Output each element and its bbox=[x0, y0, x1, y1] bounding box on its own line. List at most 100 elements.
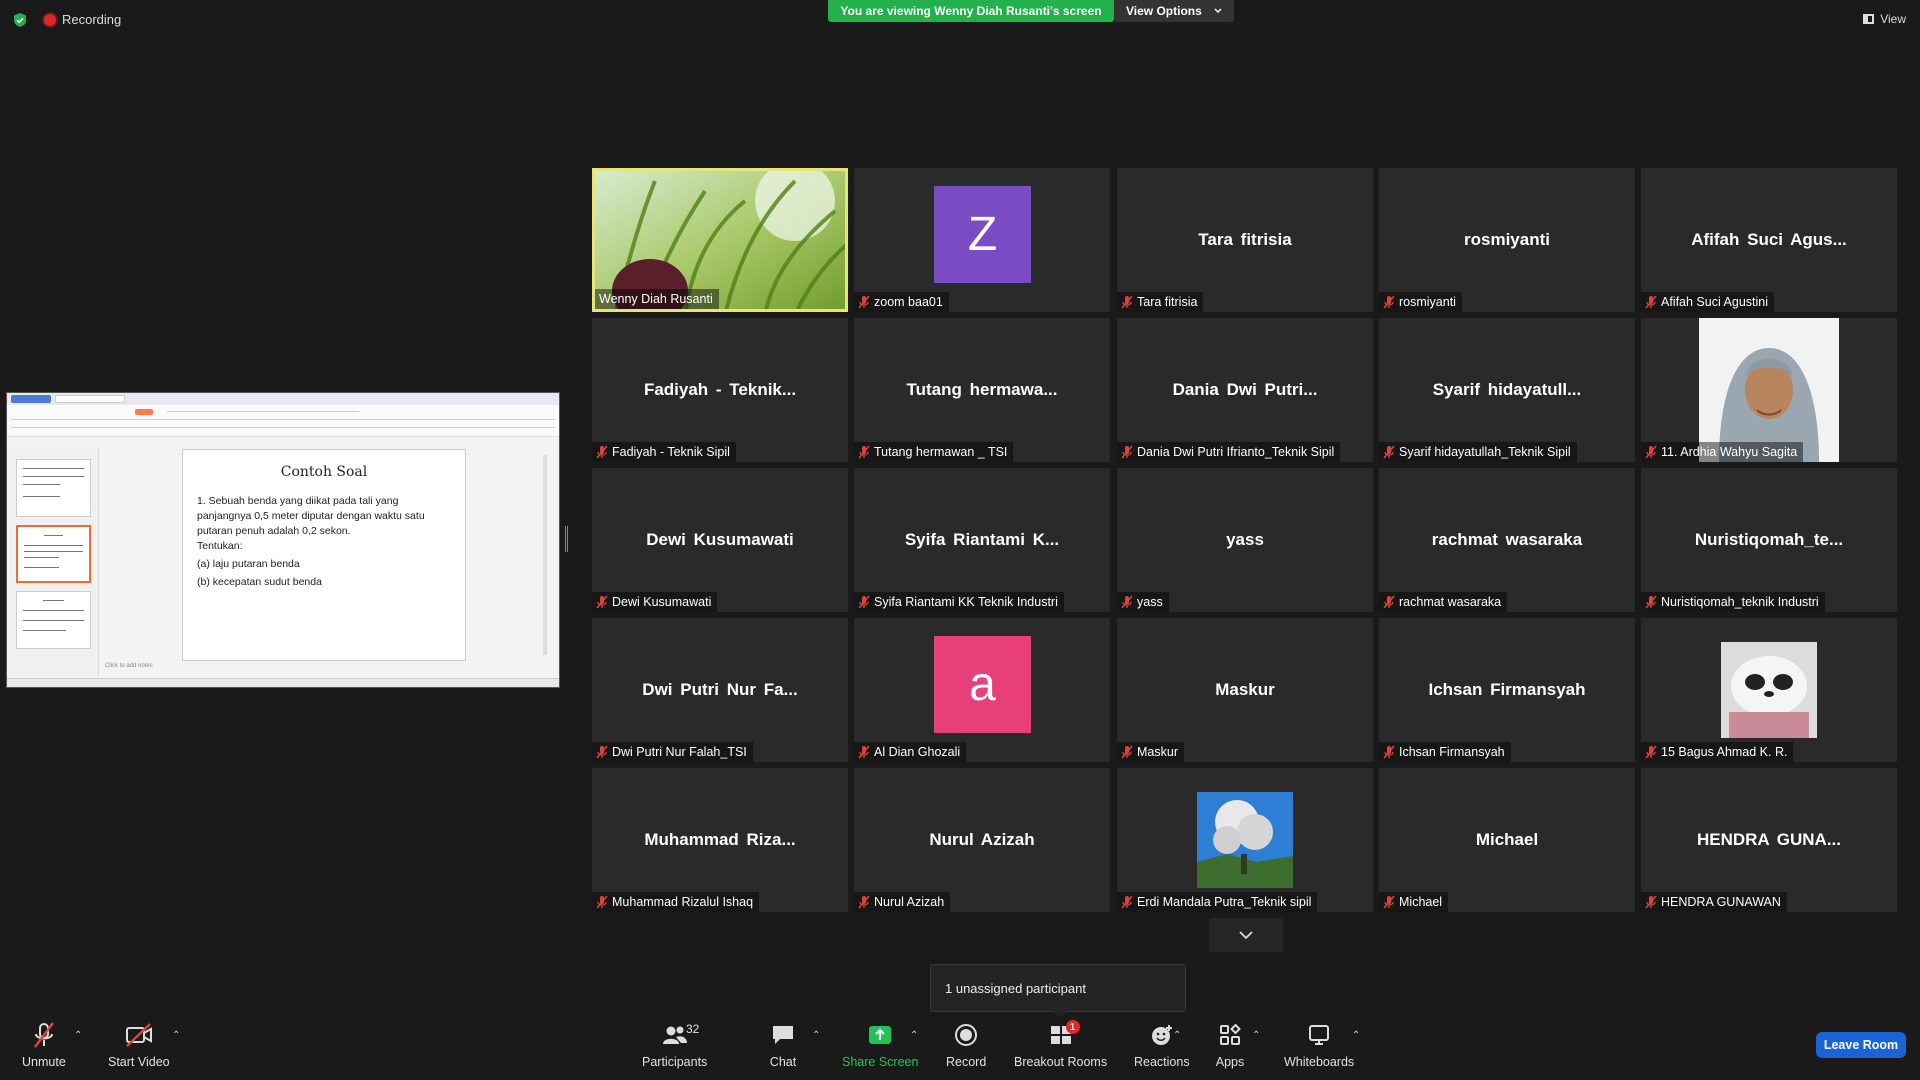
breakout-rooms-button[interactable]: 1 Breakout Rooms bbox=[1014, 1020, 1107, 1069]
thumb-line bbox=[23, 630, 66, 631]
view-options-button[interactable]: View Options bbox=[1114, 0, 1234, 22]
slide-notes-hint: Click to add notes bbox=[105, 663, 153, 669]
participant-tile[interactable]: Tara fitrisia Tara fitrisia bbox=[1117, 168, 1373, 312]
participant-name: Maskur bbox=[1137, 745, 1178, 759]
participant-avatar: Z bbox=[934, 186, 1031, 283]
participant-tile[interactable]: a Al Dian Ghozali bbox=[854, 618, 1110, 762]
muted-microphone-icon bbox=[858, 295, 870, 309]
participant-tile[interactable]: 11. Ardhia Wahyu Sagita bbox=[1641, 318, 1897, 462]
participant-name-label: Michael bbox=[1379, 892, 1449, 912]
muted-microphone-icon bbox=[1121, 295, 1133, 309]
thumb-line bbox=[24, 557, 59, 558]
participant-name-label: Dania Dwi Putri Ifrianto_Teknik Sipil bbox=[1117, 442, 1341, 462]
reactions-label: Reactions bbox=[1134, 1055, 1190, 1069]
muted-microphone-icon bbox=[1383, 895, 1395, 909]
chat-button[interactable]: Chat bbox=[767, 1020, 799, 1069]
security-shield-icon[interactable] bbox=[12, 12, 28, 28]
participant-name-label: Dwi Putri Nur Falah_TSI bbox=[592, 742, 753, 762]
participant-tile[interactable]: Zzoom baa01 bbox=[854, 168, 1110, 312]
reactions-button[interactable]: Reactions bbox=[1134, 1020, 1190, 1069]
participant-name-label: Dewi Kusumawati bbox=[592, 592, 718, 612]
start-video-button[interactable]: Start Video bbox=[108, 1020, 170, 1069]
participant-tile[interactable]: Dania Dwi Putri... Dania Dwi Putri Ifrian… bbox=[1117, 318, 1373, 462]
muted-microphone-icon bbox=[1645, 295, 1657, 309]
participant-tile[interactable]: Nurul Azizah Nurul Azizah bbox=[854, 768, 1110, 912]
participant-tile[interactable]: Syarif hidayatull... Syarif hidayatullah_… bbox=[1379, 318, 1635, 462]
shared-statusbar bbox=[7, 678, 559, 687]
whiteboards-button[interactable]: Whiteboards bbox=[1284, 1020, 1354, 1069]
shared-app-tab bbox=[11, 395, 51, 403]
thumb-line bbox=[24, 545, 83, 546]
participant-center-name: Maskur bbox=[1215, 680, 1275, 699]
participant-name-label: Nurul Azizah bbox=[854, 892, 951, 912]
participant-name: Tara fitrisia bbox=[1137, 295, 1198, 309]
participant-tile[interactable]: Nuristiqomah_te... Nuristiqomah_teknik In… bbox=[1641, 468, 1897, 612]
leave-room-button[interactable]: Leave Room bbox=[1816, 1032, 1906, 1058]
participant-tile[interactable]: Syifa Riantami K... Syifa Riantami KK Tek… bbox=[854, 468, 1110, 612]
participant-name-label: zoom baa01 bbox=[854, 292, 949, 312]
share-screen-button[interactable]: Share Screen bbox=[842, 1020, 918, 1069]
participant-tile[interactable]: Dwi Putri Nur Fa... Dwi Putri Nur Falah_T… bbox=[592, 618, 848, 762]
participant-tile[interactable]: Tutang hermawa... Tutang hermawan _ TSI bbox=[854, 318, 1110, 462]
chat-options-caret-icon[interactable]: ⌃ bbox=[812, 1030, 820, 1041]
participant-tile[interactable]: Fadiyah - Teknik... Fadiyah - Teknik Sipi… bbox=[592, 318, 848, 462]
unmute-label: Unmute bbox=[22, 1055, 66, 1069]
muted-microphone-icon bbox=[1645, 595, 1657, 609]
recording-indicator[interactable]: Recording bbox=[44, 12, 121, 27]
participant-name: rosmiyanti bbox=[1399, 295, 1456, 309]
meeting-toolbar: Unmute ⌃ Start Video ⌃ 32 Participants C… bbox=[0, 1016, 1920, 1080]
participant-center-name: yass bbox=[1226, 530, 1264, 549]
shared-screen[interactable]: Contoh Soal 1. Sebuah benda yang diikat … bbox=[6, 392, 560, 688]
participant-name: Dania Dwi Putri Ifrianto_Teknik Sipil bbox=[1137, 445, 1335, 459]
participant-tile[interactable]: Erdi Mandala Putra_Teknik sipil bbox=[1117, 768, 1373, 912]
participants-button[interactable]: 32 Participants bbox=[642, 1020, 707, 1069]
participant-tile[interactable]: Wenny Diah Rusanti bbox=[592, 168, 848, 312]
shared-scrollbar bbox=[543, 455, 547, 655]
apps-button[interactable]: Apps bbox=[1214, 1020, 1246, 1069]
participant-tile[interactable]: Muhammad Riza... Muhammad Rizalul Ishaq bbox=[592, 768, 848, 912]
shared-ribbon-tools-row bbox=[11, 419, 555, 420]
video-options-caret-icon[interactable]: ⌃ bbox=[172, 1030, 180, 1041]
muted-microphone-icon bbox=[1121, 445, 1133, 459]
participant-tile[interactable]: Ichsan Firmansyah Ichsan Firmansyah bbox=[1379, 618, 1635, 762]
chevron-down-icon bbox=[1214, 8, 1222, 13]
split-view-divider[interactable] bbox=[565, 526, 568, 552]
apps-options-caret-icon[interactable]: ⌃ bbox=[1252, 1030, 1260, 1041]
participant-name-label: Nuristiqomah_teknik Industri bbox=[1641, 592, 1825, 612]
muted-microphone-icon bbox=[596, 745, 608, 759]
participant-tile[interactable]: Afifah Suci Agus... Afifah Suci Agustini bbox=[1641, 168, 1897, 312]
participant-photo bbox=[1721, 642, 1817, 738]
participant-tile[interactable]: rachmat wasaraka rachmat wasaraka bbox=[1379, 468, 1635, 612]
gallery-next-page-button[interactable] bbox=[1209, 918, 1283, 952]
participant-tile[interactable]: Maskur Maskur bbox=[1117, 618, 1373, 762]
view-button[interactable]: View bbox=[1863, 12, 1906, 26]
muted-microphone-icon bbox=[1383, 745, 1395, 759]
participant-center-name: Afifah Suci Agus... bbox=[1691, 230, 1847, 249]
participant-center-name: Nuristiqomah_te... bbox=[1694, 530, 1844, 549]
muted-microphone-icon bbox=[28, 1020, 60, 1050]
participant-tile[interactable]: rosmiyanti rosmiyanti bbox=[1379, 168, 1635, 312]
muted-microphone-icon bbox=[1383, 295, 1395, 309]
thumb-line bbox=[23, 496, 60, 497]
participant-tile[interactable]: yass yass bbox=[1117, 468, 1373, 612]
audio-options-caret-icon[interactable]: ⌃ bbox=[74, 1030, 82, 1041]
participant-name: Erdi Mandala Putra_Teknik sipil bbox=[1137, 895, 1312, 909]
whiteboards-options-caret-icon[interactable]: ⌃ bbox=[1352, 1030, 1360, 1041]
apps-icon bbox=[1214, 1020, 1246, 1050]
unmute-button[interactable]: Unmute bbox=[22, 1020, 66, 1069]
participant-tile[interactable]: HENDRA GUNA... HENDRA GUNAWAN bbox=[1641, 768, 1897, 912]
reactions-options-caret-icon[interactable]: ⌃ bbox=[1173, 1030, 1181, 1041]
participant-name-label: Afifah Suci Agustini bbox=[1641, 292, 1775, 312]
participant-avatar: a bbox=[934, 636, 1031, 733]
slide-line: (a) laju putaran benda bbox=[197, 558, 300, 570]
share-options-caret-icon[interactable]: ⌃ bbox=[910, 1030, 918, 1041]
breakout-rooms-label: Breakout Rooms bbox=[1014, 1055, 1108, 1069]
thumb-line bbox=[43, 600, 64, 601]
participant-tile[interactable]: 15 Bagus Ahmad K. R. bbox=[1641, 618, 1897, 762]
participant-tile[interactable]: Michael Michael bbox=[1379, 768, 1635, 912]
participant-name-label: Syarif hidayatullah_Teknik Sipil bbox=[1379, 442, 1577, 462]
record-button[interactable]: Record bbox=[946, 1020, 986, 1069]
breakout-badge: 1 bbox=[1065, 1020, 1080, 1034]
participant-tile[interactable]: Dewi Kusumawati Dewi Kusumawati bbox=[592, 468, 848, 612]
share-screen-label: Share Screen bbox=[842, 1055, 919, 1069]
